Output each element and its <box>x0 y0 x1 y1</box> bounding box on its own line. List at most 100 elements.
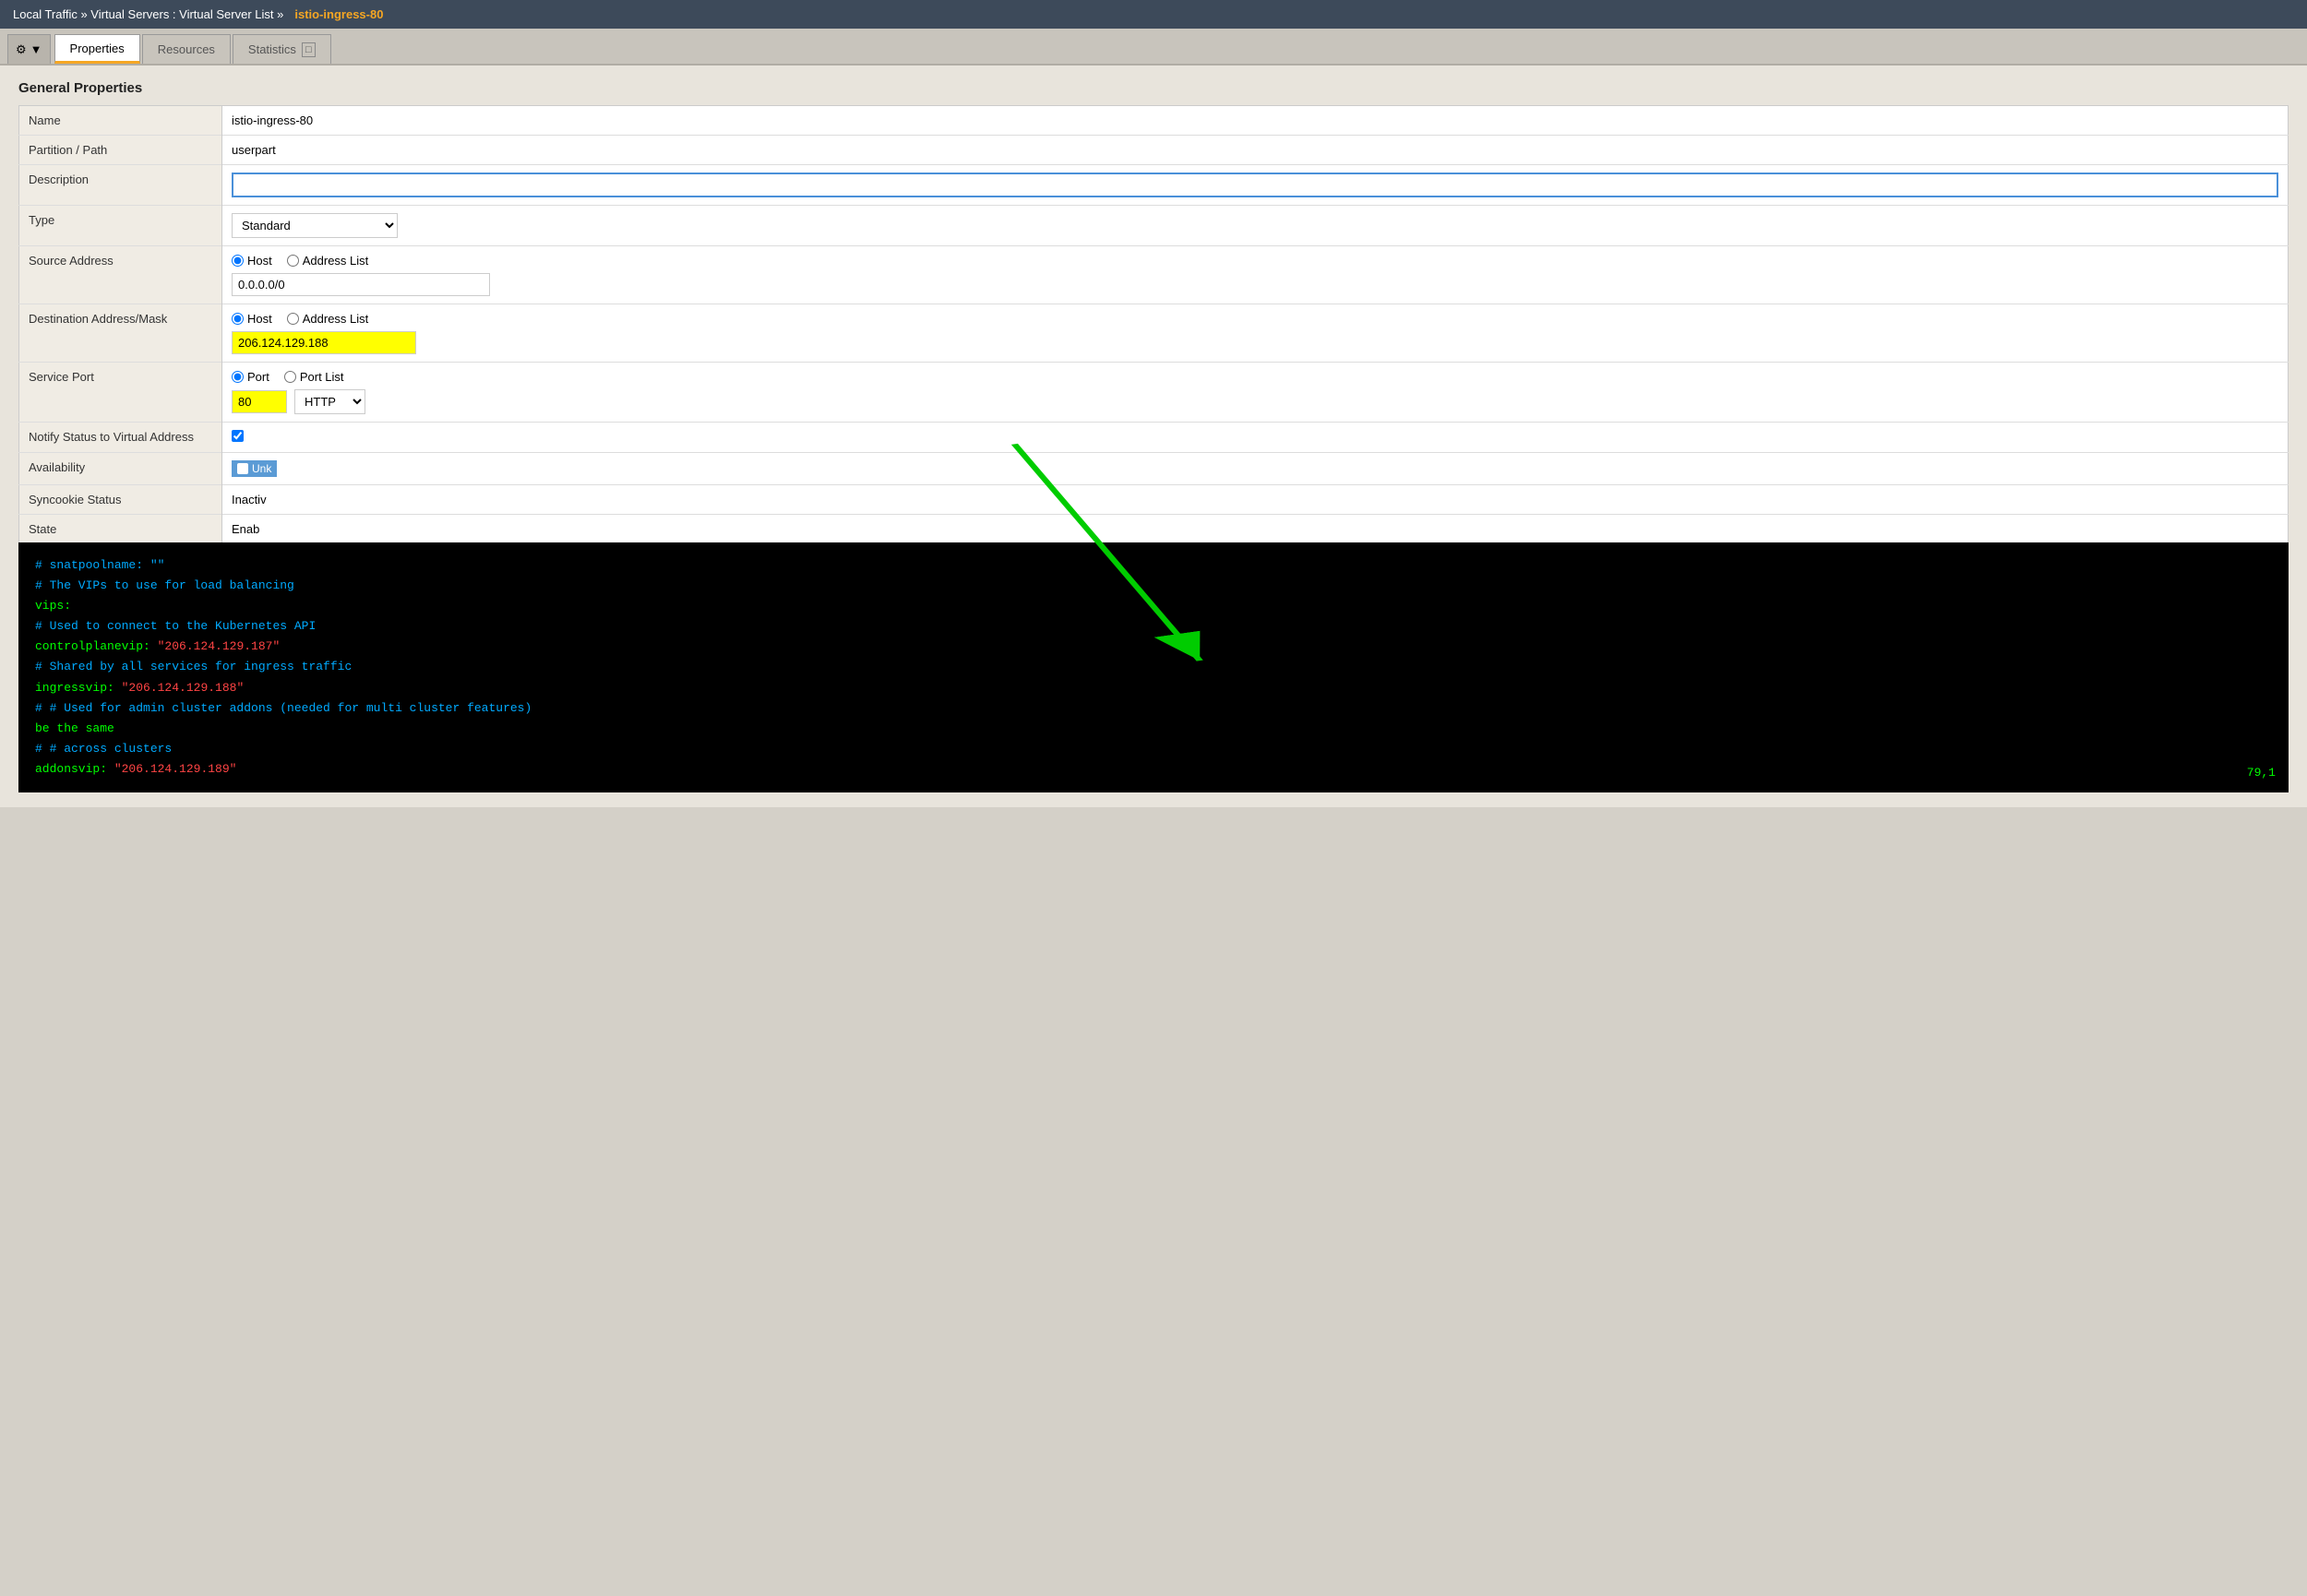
terminal-line-4: # Used to connect to the Kubernetes API <box>35 616 2272 637</box>
port-radio-portlist-label: Port List <box>300 370 344 384</box>
terminal-overlay: # snatpoolname: "" # The VIPs to use for… <box>18 542 2289 792</box>
description-input[interactable] <box>232 173 2278 197</box>
source-address-input[interactable] <box>232 273 490 296</box>
port-radio-port-input[interactable] <box>232 371 244 383</box>
label-service-port: Service Port <box>19 363 222 423</box>
source-radio-host[interactable]: Host <box>232 254 272 268</box>
protocol-select[interactable]: HTTP HTTPS FTP <box>294 389 365 414</box>
terminal-plain-bethesame: be the same <box>35 721 114 735</box>
properties-table: Name istio-ingress-80 Partition / Path u… <box>18 105 2289 544</box>
tab-properties-label: Properties <box>70 42 125 55</box>
main-content: General Properties Name istio-ingress-80… <box>0 66 2307 807</box>
value-service-port: Port Port List HTTP HTTPS FTP <box>222 363 2289 423</box>
header-bar: Local Traffic » Virtual Servers : Virtua… <box>0 0 2307 29</box>
terminal-value-controlplanevip: "206.124.129.187" <box>158 639 281 653</box>
breadcrumb: Local Traffic » Virtual Servers : Virtua… <box>13 7 283 21</box>
dest-radio-addrlist[interactable]: Address List <box>287 312 369 326</box>
terminal-value-addonsvip: "206.124.129.189" <box>114 762 237 776</box>
row-state: State Enab <box>19 515 2289 544</box>
label-dest-address: Destination Address/Mask <box>19 304 222 363</box>
terminal-key-controlplanevip: controlplanevip: <box>35 639 158 653</box>
dest-address-input[interactable] <box>232 331 416 354</box>
terminal-line-7: ingressvip: "206.124.129.188" <box>35 678 2272 698</box>
label-state: State <box>19 515 222 544</box>
value-source-address: Host Address List <box>222 246 2289 304</box>
tab-statistics[interactable]: Statistics □ <box>233 34 331 64</box>
label-type: Type <box>19 206 222 246</box>
type-select[interactable]: Standard <box>232 213 398 238</box>
tab-gear[interactable]: ⚙ ▼ <box>7 34 51 64</box>
availability-text: Unk <box>252 462 271 475</box>
label-partition: Partition / Path <box>19 136 222 165</box>
dest-radio-addrlist-input[interactable] <box>287 313 299 325</box>
source-radio-addrlist-label: Address List <box>303 254 369 268</box>
source-radio-group: Host Address List <box>232 254 2278 268</box>
terminal-comment-2: # The VIPs to use for load balancing <box>35 578 294 592</box>
terminal-comment-6: # # across clusters <box>35 742 172 756</box>
tab-resources-label: Resources <box>158 42 215 56</box>
section-title: General Properties <box>18 80 2289 96</box>
terminal-key-vips: vips: <box>35 599 71 613</box>
terminal-comment-4: # Shared by all services for ingress tra… <box>35 660 352 673</box>
value-type: Standard <box>222 206 2289 246</box>
dest-radio-host-input[interactable] <box>232 313 244 325</box>
terminal-line-11: addonsvip: "206.124.129.189" <box>35 759 2272 780</box>
port-radio-portlist-input[interactable] <box>284 371 296 383</box>
row-type: Type Standard <box>19 206 2289 246</box>
terminal-line-5: controlplanevip: "206.124.129.187" <box>35 637 2272 657</box>
terminal-line-9: be the same <box>35 719 2272 739</box>
port-number-input[interactable] <box>232 390 287 413</box>
terminal-line-8: # # Used for admin cluster addons (neede… <box>35 698 2272 719</box>
notify-status-checkbox[interactable] <box>232 430 244 442</box>
port-radio-portlist[interactable]: Port List <box>284 370 344 384</box>
content-wrapper: Name istio-ingress-80 Partition / Path u… <box>18 105 2289 792</box>
row-syncookie: Syncookie Status Inactiv <box>19 485 2289 515</box>
row-dest-address: Destination Address/Mask Host Address Li… <box>19 304 2289 363</box>
label-name: Name <box>19 106 222 136</box>
terminal-key-addonsvip: addonsvip: <box>35 762 114 776</box>
source-radio-host-label: Host <box>247 254 272 268</box>
availability-badge: Unk <box>232 460 277 477</box>
tab-bar: ⚙ ▼ Properties Resources Statistics □ <box>0 29 2307 66</box>
port-radio-port-label: Port <box>247 370 269 384</box>
value-notify-status <box>222 423 2289 453</box>
dest-radio-addrlist-label: Address List <box>303 312 369 326</box>
terminal-value-ingressvip: "206.124.129.188" <box>122 681 245 695</box>
row-name: Name istio-ingress-80 <box>19 106 2289 136</box>
tab-statistics-label: Statistics <box>248 42 296 56</box>
label-source-address: Source Address <box>19 246 222 304</box>
port-radio-group: Port Port List <box>232 370 2278 384</box>
source-radio-addrlist[interactable]: Address List <box>287 254 369 268</box>
label-notify-status: Notify Status to Virtual Address <box>19 423 222 453</box>
value-partition: userpart <box>222 136 2289 165</box>
terminal-line-10: # # across clusters <box>35 739 2272 759</box>
port-input-row: HTTP HTTPS FTP <box>232 389 2278 414</box>
gear-dropdown-arrow: ▼ <box>30 42 42 56</box>
terminal-line-1: # snatpoolname: "" <box>35 555 2272 576</box>
label-description: Description <box>19 165 222 206</box>
availability-indicator <box>237 463 248 474</box>
port-radio-port[interactable]: Port <box>232 370 269 384</box>
row-source-address: Source Address Host Address List <box>19 246 2289 304</box>
source-radio-host-input[interactable] <box>232 255 244 267</box>
tab-properties[interactable]: Properties <box>54 34 140 64</box>
value-state: Enab <box>222 515 2289 544</box>
source-radio-addrlist-input[interactable] <box>287 255 299 267</box>
value-syncookie: Inactiv <box>222 485 2289 515</box>
row-partition: Partition / Path userpart <box>19 136 2289 165</box>
value-availability: Unk <box>222 453 2289 485</box>
breadcrumb-current: istio-ingress-80 <box>294 7 383 21</box>
terminal-line-2: # The VIPs to use for load balancing <box>35 576 2272 596</box>
value-dest-address: Host Address List <box>222 304 2289 363</box>
label-availability: Availability <box>19 453 222 485</box>
terminal-comment-3: # Used to connect to the Kubernetes API <box>35 619 316 633</box>
tab-resources[interactable]: Resources <box>142 34 231 64</box>
gear-icon: ⚙ <box>16 42 27 57</box>
row-notify-status: Notify Status to Virtual Address <box>19 423 2289 453</box>
dest-radio-host[interactable]: Host <box>232 312 272 326</box>
value-name: istio-ingress-80 <box>222 106 2289 136</box>
dest-radio-host-label: Host <box>247 312 272 326</box>
dest-radio-group: Host Address List <box>232 312 2278 326</box>
terminal-line-number: 79,1 <box>2247 763 2276 783</box>
row-availability: Availability Unk <box>19 453 2289 485</box>
